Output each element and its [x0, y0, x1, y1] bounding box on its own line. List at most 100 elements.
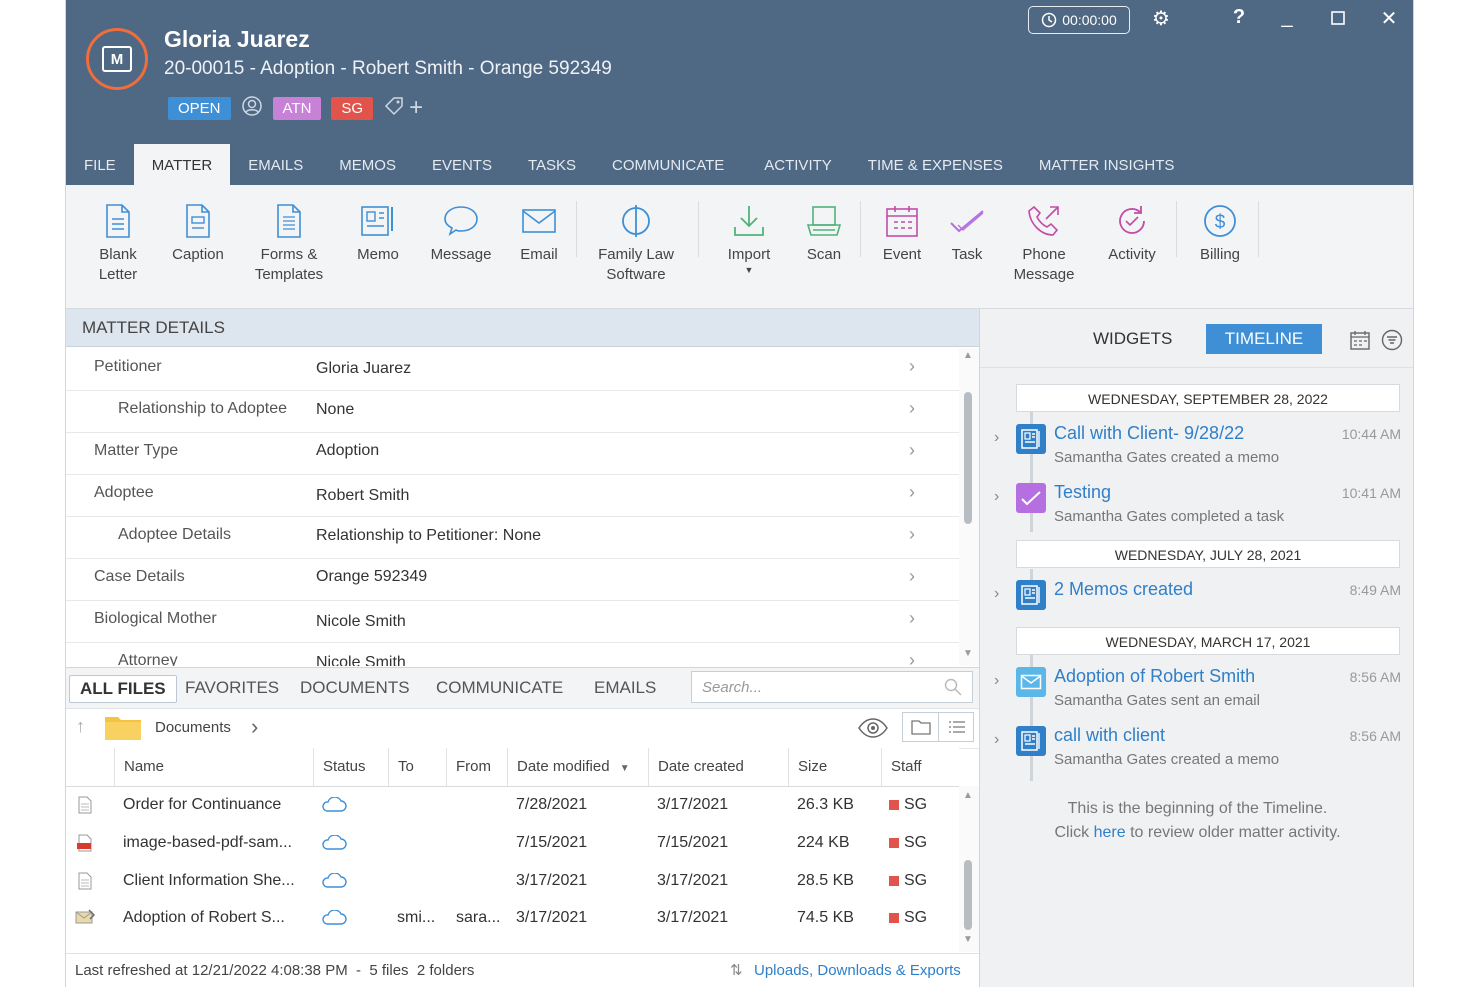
table-row[interactable]: image-based-pdf-sam... 7/15/2021 7/15/20…	[66, 824, 959, 861]
scroll-down-icon[interactable]: ▼	[963, 934, 973, 945]
help-icon[interactable]: ?	[1223, 6, 1255, 29]
timer-button[interactable]: 00:00:00	[1028, 6, 1130, 34]
event-button[interactable]: Event	[876, 201, 928, 265]
phone-message-button[interactable]: Phone Message	[1008, 201, 1080, 285]
eye-icon[interactable]	[857, 717, 889, 739]
chevron-right-icon[interactable]: ›	[909, 566, 915, 587]
tab-memos[interactable]: MEMOS	[321, 144, 414, 185]
chevron-right-icon[interactable]: ›	[909, 398, 915, 419]
tab-communicate-files[interactable]: COMMUNICATE	[436, 675, 563, 701]
col-from[interactable]: From	[446, 748, 507, 786]
chevron-right-icon[interactable]: ›	[994, 672, 999, 690]
table-row[interactable]: Order for Continuance 7/28/2021 3/17/202…	[66, 786, 959, 823]
uploads-link[interactable]: Uploads, Downloads & Exports	[754, 954, 961, 987]
folder-view-icon[interactable]	[911, 719, 931, 735]
scroll-down-icon[interactable]: ▼	[963, 648, 973, 659]
scrollbar-thumb[interactable]	[964, 392, 972, 524]
list-view-icon[interactable]	[948, 719, 966, 735]
scrollbar-thumb[interactable]	[964, 860, 972, 930]
path-label[interactable]: Documents	[155, 719, 231, 736]
billing-button[interactable]: $ Billing	[1194, 201, 1246, 265]
message-button[interactable]: Message	[426, 201, 496, 265]
tab-tasks[interactable]: TASKS	[510, 144, 594, 185]
timeline-item-title[interactable]: Testing	[1054, 482, 1111, 503]
timeline-item[interactable]: › Testing Samantha Gates completed a tas…	[980, 482, 1413, 538]
chevron-right-icon[interactable]: ›	[909, 482, 915, 503]
filter-icon[interactable]	[1381, 329, 1403, 351]
col-staff[interactable]: Staff	[881, 748, 959, 786]
chevron-right-icon[interactable]: ›	[994, 488, 999, 506]
timeline-item-title[interactable]: Call with Client- 9/28/22	[1054, 423, 1244, 444]
detail-row-case-details[interactable]: Case Details Orange 592349 ›	[66, 558, 959, 601]
chevron-right-icon[interactable]: ›	[994, 585, 999, 603]
detail-row-petitioner[interactable]: Petitioner Gloria Juarez ›	[66, 348, 959, 391]
details-scrollbar[interactable]: ▲ ▼	[959, 348, 979, 666]
up-arrow-icon[interactable]: ↑	[76, 716, 85, 737]
maximize-icon[interactable]	[1322, 6, 1354, 32]
chevron-right-icon[interactable]: ›	[994, 731, 999, 749]
detail-row-attorney[interactable]: Attorney Nicole Smith ›	[66, 642, 959, 666]
col-status[interactable]: Status	[313, 748, 367, 786]
scroll-up-icon[interactable]: ▲	[963, 790, 973, 801]
scan-button[interactable]: Scan	[800, 201, 848, 265]
minimize-icon[interactable]: _	[1271, 6, 1303, 29]
chevron-right-icon[interactable]: ›	[909, 650, 915, 666]
chevron-right-icon[interactable]: ›	[251, 714, 258, 740]
table-row[interactable]: Adoption of Robert S... smi... sara... 3…	[66, 899, 959, 936]
timeline-item-title[interactable]: 2 Memos created	[1054, 579, 1193, 600]
gear-icon[interactable]: ⚙	[1145, 6, 1177, 31]
tag-atn[interactable]: ATN	[272, 96, 322, 120]
tab-time-expenses[interactable]: TIME & EXPENSES	[850, 144, 1021, 185]
tab-favorites[interactable]: FAVORITES	[185, 675, 279, 701]
status-badge[interactable]: OPEN	[168, 96, 231, 120]
table-row[interactable]: Client Information She... 3/17/2021 3/17…	[66, 862, 959, 899]
timeline-item[interactable]: › call with client Samantha Gates create…	[980, 725, 1413, 781]
col-name[interactable]: Name	[114, 748, 313, 786]
import-dropdown-icon[interactable]: ▼	[720, 265, 778, 275]
caption-button[interactable]: Caption	[166, 201, 230, 265]
tab-matter[interactable]: MATTER	[133, 144, 231, 185]
tab-all-files[interactable]: ALL FILES	[69, 675, 177, 703]
calendar-icon[interactable]	[1349, 329, 1371, 351]
tab-documents[interactable]: DOCUMENTS	[300, 675, 410, 701]
col-to[interactable]: To	[388, 748, 446, 786]
files-scrollbar[interactable]: ▲ ▼	[959, 786, 979, 952]
chevron-right-icon[interactable]: ›	[909, 524, 915, 545]
timeline-tab[interactable]: TIMELINE	[1206, 324, 1322, 354]
contact-icon[interactable]	[241, 95, 263, 122]
search-icon[interactable]	[944, 678, 962, 696]
close-icon[interactable]: ✕	[1373, 6, 1405, 31]
email-button[interactable]: Email	[516, 201, 562, 265]
timeline-item[interactable]: › Adoption of Robert Smith Samantha Gate…	[980, 666, 1413, 722]
activity-button[interactable]: Activity	[1102, 201, 1162, 265]
chevron-right-icon[interactable]: ›	[994, 429, 999, 447]
family-law-button[interactable]: Family Law Software	[593, 201, 679, 285]
tab-file[interactable]: FILE	[66, 144, 134, 185]
detail-row-biological-mother[interactable]: Biological Mother Nicole Smith ›	[66, 600, 959, 643]
chevron-right-icon[interactable]: ›	[909, 356, 915, 377]
tab-communicate[interactable]: COMMUNICATE	[594, 144, 746, 185]
col-date-modified[interactable]: Date modified ▼	[507, 748, 648, 786]
detail-row-adoptee-details[interactable]: Adoptee Details Relationship to Petition…	[66, 516, 959, 559]
tab-activity[interactable]: ACTIVITY	[746, 144, 850, 185]
search-input[interactable]: Search...	[691, 671, 973, 703]
import-button[interactable]: Import ▼	[720, 201, 778, 275]
col-date-created[interactable]: Date created	[648, 748, 788, 786]
tag-icon[interactable]	[383, 95, 405, 122]
chevron-right-icon[interactable]: ›	[909, 440, 915, 461]
timeline-item-title[interactable]: call with client	[1054, 725, 1165, 746]
detail-row-relationship[interactable]: Relationship to Adoptee None ›	[66, 390, 959, 433]
task-button[interactable]: Task	[945, 201, 989, 265]
transfer-icon[interactable]: ⇅	[730, 954, 743, 987]
timeline-item[interactable]: › Call with Client- 9/28/22 Samantha Gat…	[980, 423, 1413, 479]
tag-sg[interactable]: SG	[331, 96, 374, 120]
col-size[interactable]: Size	[788, 748, 881, 786]
blank-letter-button[interactable]: Blank Letter	[88, 201, 148, 285]
tab-emails[interactable]: EMAILS	[230, 144, 321, 185]
tab-events[interactable]: EVENTS	[414, 144, 510, 185]
chevron-right-icon[interactable]: ›	[909, 608, 915, 629]
detail-row-adoptee[interactable]: Adoptee Robert Smith ›	[66, 474, 959, 517]
memo-button[interactable]: Memo	[351, 201, 405, 265]
scroll-up-icon[interactable]: ▲	[963, 350, 973, 361]
tab-emails-files[interactable]: EMAILS	[594, 675, 656, 701]
